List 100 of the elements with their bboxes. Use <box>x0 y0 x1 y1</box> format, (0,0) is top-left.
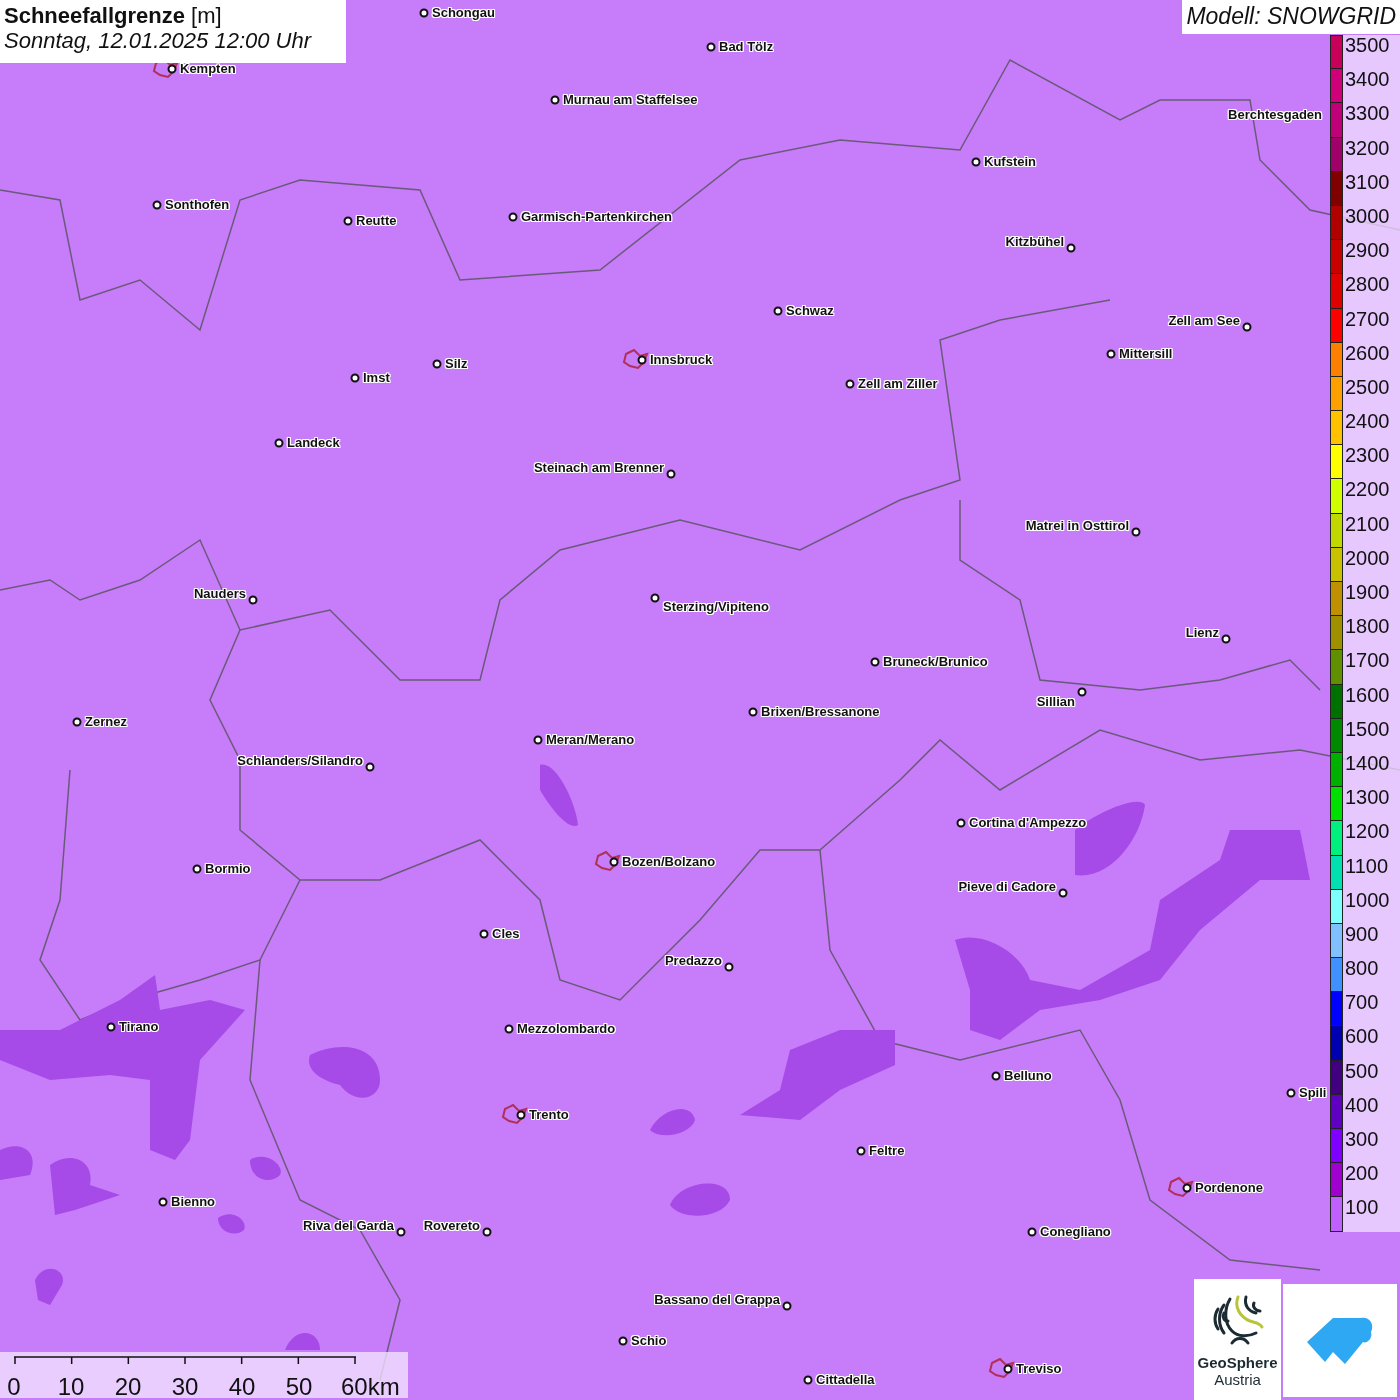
legend-label: 1000 <box>1345 889 1390 910</box>
legend-label: 200 <box>1345 1163 1379 1184</box>
legend-label: 1700 <box>1345 650 1390 671</box>
logo-name: GeoSphere <box>1197 1355 1278 1372</box>
city-label: Reutte <box>356 214 397 227</box>
map-title: Schneefallgrenze [m] <box>4 3 223 29</box>
city-label: Bad Tölz <box>719 40 774 53</box>
legend-label: 2400 <box>1345 411 1390 432</box>
city-label: Mezzolombardo <box>517 1022 616 1035</box>
city-label: Kufstein <box>984 155 1036 168</box>
legend-label: 1300 <box>1345 787 1390 808</box>
city-label: Tirano <box>119 1020 159 1033</box>
city-label: Rovereto <box>423 1219 480 1232</box>
city-label: Landeck <box>287 436 340 449</box>
city-label: Feltre <box>869 1144 905 1157</box>
low-snowline-area <box>35 1268 63 1305</box>
city-label: Bormio <box>205 862 251 875</box>
legend-label: 1600 <box>1345 684 1390 705</box>
city-label: Matrei in Osttirol <box>1025 519 1129 532</box>
city-label: Belluno <box>1004 1069 1052 1082</box>
legend-label: 2500 <box>1345 376 1390 397</box>
city-label: Meran/Merano <box>546 733 635 746</box>
low-snowline-area <box>285 1333 320 1350</box>
legend-label: 2000 <box>1345 547 1390 568</box>
city-label: Schongau <box>432 6 495 19</box>
legend-label: 400 <box>1345 1094 1379 1115</box>
city-label: Brixen/Bressanone <box>761 705 880 718</box>
city-label: Pieve di Cadore <box>958 880 1056 893</box>
city-label: Sillian <box>1036 695 1075 708</box>
low-snowline-area <box>540 764 578 826</box>
city-label: Mittersill <box>1119 347 1173 360</box>
low-snowline-area <box>250 1156 281 1180</box>
mountain-logo-icon <box>1305 1315 1375 1366</box>
city-label: Spili <box>1299 1086 1327 1099</box>
legend-label: 1800 <box>1345 616 1390 637</box>
legend-label: 2800 <box>1345 274 1390 295</box>
legend-label: 700 <box>1345 992 1379 1013</box>
city-label: Lienz <box>1185 626 1219 639</box>
legend-label: 800 <box>1345 958 1379 979</box>
low-snowline-area <box>309 1047 380 1098</box>
city-label: Zernez <box>85 715 127 728</box>
city-label: Zell am See <box>1168 314 1240 327</box>
city-label: Innsbruck <box>650 353 713 366</box>
legend-label: 3000 <box>1345 205 1390 226</box>
scale-label: 40 <box>228 1375 256 1399</box>
city-label: Zell am Ziller <box>858 377 938 390</box>
city-label: Sonthofen <box>165 198 230 211</box>
scale-label: 10 <box>57 1375 85 1399</box>
city-label: Murnau am Staffelsee <box>563 93 698 106</box>
legend-label: 2200 <box>1345 479 1390 500</box>
city-label: Riva del Garda <box>302 1219 394 1232</box>
city-label: Pordenone <box>1195 1181 1263 1194</box>
city-label: Silz <box>445 357 468 370</box>
city-label: Bassano del Grappa <box>654 1293 780 1306</box>
legend-label: 900 <box>1345 923 1379 944</box>
legend-label: 100 <box>1345 1197 1379 1218</box>
legend-label: 1100 <box>1345 855 1388 876</box>
city-label: Schio <box>631 1334 667 1347</box>
model-label: Modell: SNOWGRID <box>1182 0 1400 34</box>
legend-label: 3200 <box>1345 137 1390 158</box>
legend-label: 3400 <box>1345 69 1390 90</box>
legend-label: 2600 <box>1345 342 1390 363</box>
legend-label: 300 <box>1345 1129 1379 1149</box>
city-label: Kitzbühel <box>1005 235 1064 248</box>
city-label: Conegliano <box>1040 1225 1111 1238</box>
low-snowline-area <box>650 1109 695 1136</box>
city-label: Cles <box>492 927 520 940</box>
city-label: Treviso <box>1016 1362 1062 1375</box>
legend-label: 2100 <box>1345 513 1390 534</box>
legend-label: 1500 <box>1345 718 1390 739</box>
legend-label: 3500 <box>1345 35 1390 55</box>
city-label: Cittadella <box>816 1373 875 1386</box>
legend-label: 1200 <box>1345 821 1390 842</box>
scale-label: 20 <box>114 1375 142 1399</box>
legend-label: 2700 <box>1345 308 1390 329</box>
legend-label: 1900 <box>1345 582 1390 602</box>
city-label: Garmisch-Partenkirchen <box>521 210 672 223</box>
legend-label: 2300 <box>1345 445 1390 466</box>
legend-label: 2900 <box>1345 240 1390 261</box>
scale-label: 50 <box>285 1375 313 1399</box>
city-label: Cortina d'Ampezzo <box>969 816 1087 829</box>
city-label: Bruneck/Brunico <box>883 655 988 668</box>
low-snowline-area <box>218 1214 245 1234</box>
legend-label: 500 <box>1345 1060 1379 1081</box>
city-label: Berchtesgaden <box>1228 108 1322 121</box>
city-label: Predazzo <box>664 954 722 967</box>
city-label: Bienno <box>171 1195 216 1208</box>
forecast-date: Sonntag, 12.01.2025 12:00 Uhr <box>4 28 313 54</box>
city-label: Imst <box>363 371 390 384</box>
logo-subtitle: Austria <box>1214 1371 1261 1388</box>
low-snowline-area <box>670 1183 730 1216</box>
city-label: Sterzing/Vipiteno <box>663 600 769 613</box>
scale-label: 60km <box>341 1375 400 1399</box>
city-label: Kempten <box>180 62 236 75</box>
city-label: Nauders <box>193 587 246 600</box>
legend-label: 600 <box>1345 1026 1379 1047</box>
scale-label: 0 <box>7 1375 21 1399</box>
legend-label: 3100 <box>1345 171 1390 192</box>
city-label: Trento <box>529 1108 569 1121</box>
scale-label: 30 <box>171 1375 199 1399</box>
